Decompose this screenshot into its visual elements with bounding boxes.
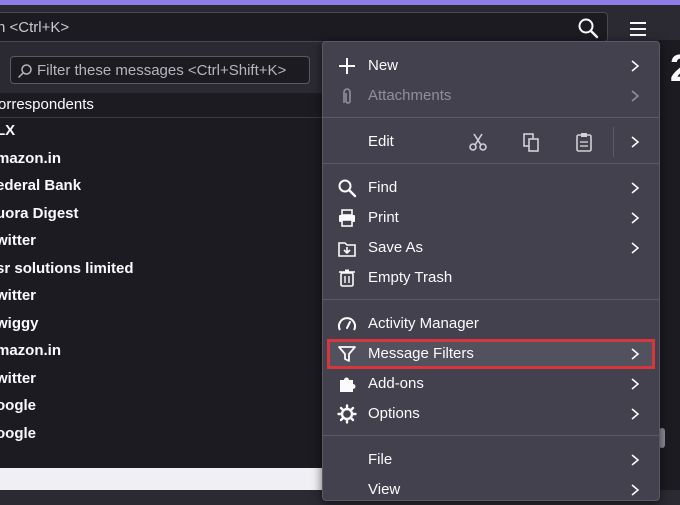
- edit-toolbar: [467, 127, 637, 157]
- menu-item-label: Edit: [368, 133, 394, 150]
- right-panel-fragment: 2: [658, 40, 680, 490]
- edit-toolbar-divider: [613, 127, 614, 157]
- menu-item-label: Empty Trash: [368, 269, 453, 286]
- correspondent-name: ederal Bank: [0, 177, 82, 194]
- menu-item-options[interactable]: Options: [327, 399, 655, 429]
- menu-item-activity-manager[interactable]: Activity Manager: [327, 309, 655, 339]
- menu-item-label: Print: [368, 209, 399, 226]
- filter-icon: [338, 346, 356, 362]
- correspondent-name: uora Digest: [0, 204, 79, 222]
- menu-item-attachments[interactable]: Attachments: [327, 81, 655, 111]
- menu-item-file[interactable]: File: [327, 445, 655, 475]
- chevron-right-icon: [631, 454, 640, 466]
- menu-item-label: New: [368, 57, 399, 74]
- paste-icon[interactable]: [573, 131, 595, 153]
- menu-item-view[interactable]: View: [327, 475, 655, 505]
- correspondent-name: LX: [0, 122, 16, 139]
- save-as-icon: [338, 242, 356, 257]
- chevron-right-icon: [631, 378, 640, 390]
- menu-item-label: Find: [368, 179, 398, 196]
- chevron-right-icon: [631, 60, 640, 72]
- paperclip-icon: [343, 88, 351, 104]
- chevron-right-icon: [631, 136, 640, 148]
- menu-item-label: File: [368, 451, 393, 468]
- right-panel-digit: 2: [670, 48, 680, 91]
- main-toolbar: n <Ctrl+K>: [0, 5, 680, 45]
- menu-item-label: Options: [368, 405, 420, 422]
- filter-messages-input[interactable]: Filter these messages <Ctrl+Shift+K>: [10, 56, 310, 84]
- menu-item-edit[interactable]: Edit: [327, 127, 655, 157]
- hamburger-menu-icon[interactable]: [627, 18, 649, 40]
- correspondent-name: oogle: [0, 397, 36, 414]
- correspondent-name: witter: [0, 369, 37, 387]
- menu-item-label: Add-ons: [368, 375, 424, 392]
- menu-separator: [323, 435, 659, 436]
- chevron-right-icon: [631, 182, 640, 194]
- menu-separator: [323, 299, 659, 300]
- global-search-input[interactable]: n <Ctrl+K>: [0, 12, 608, 42]
- chevron-right-icon: [631, 348, 640, 360]
- chevron-right-icon: [631, 242, 640, 254]
- column-header-label: orrespondents: [0, 96, 94, 113]
- gear-icon: [337, 404, 357, 424]
- menu-separator: [323, 117, 659, 118]
- cut-icon[interactable]: [467, 131, 489, 153]
- menu-item-message-filters[interactable]: Message Filters: [327, 339, 655, 369]
- trash-icon: [339, 269, 355, 287]
- chevron-right-icon: [631, 408, 640, 420]
- menu-item-add-ons[interactable]: Add-ons: [327, 369, 655, 399]
- correspondent-name: sr solutions limited: [0, 259, 134, 277]
- menu-item-print[interactable]: Print: [327, 203, 655, 233]
- puzzle-icon: [340, 377, 356, 392]
- gauge-icon: [338, 317, 356, 331]
- correspondent-name: witter: [0, 287, 37, 304]
- search-icon: [338, 179, 357, 198]
- app-menu-panel: New Attachments Edit Find Print Save As …: [322, 41, 660, 501]
- chevron-right-icon: [631, 90, 640, 102]
- filter-placeholder: Filter these messages <Ctrl+Shift+K>: [37, 62, 287, 79]
- menu-separator: [323, 163, 659, 164]
- correspondent-name: mazon.in: [0, 149, 62, 167]
- search-icon: [18, 64, 32, 78]
- search-icon[interactable]: [577, 17, 599, 39]
- plus-icon: [339, 58, 355, 74]
- menu-item-label: Message Filters: [368, 345, 474, 362]
- copy-icon[interactable]: [520, 131, 542, 153]
- chevron-right-icon: [631, 212, 640, 224]
- menu-item-label: Activity Manager: [368, 315, 479, 332]
- global-search-text: n <Ctrl+K>: [0, 19, 70, 36]
- menu-item-label: Attachments: [368, 87, 452, 104]
- menu-item-label: Save As: [368, 239, 424, 256]
- chevron-right-icon: [631, 484, 640, 496]
- menu-item-find[interactable]: Find: [327, 173, 655, 203]
- correspondent-name: oogle: [0, 424, 36, 442]
- menu-item-new[interactable]: New: [327, 51, 655, 81]
- correspondent-name: wiggy: [0, 314, 39, 332]
- menu-item-empty-trash[interactable]: Empty Trash: [327, 263, 655, 293]
- menu-item-save-as[interactable]: Save As: [327, 233, 655, 263]
- printer-icon: [339, 209, 355, 227]
- correspondent-name: witter: [0, 232, 37, 249]
- correspondent-name: mazon.in: [0, 342, 62, 359]
